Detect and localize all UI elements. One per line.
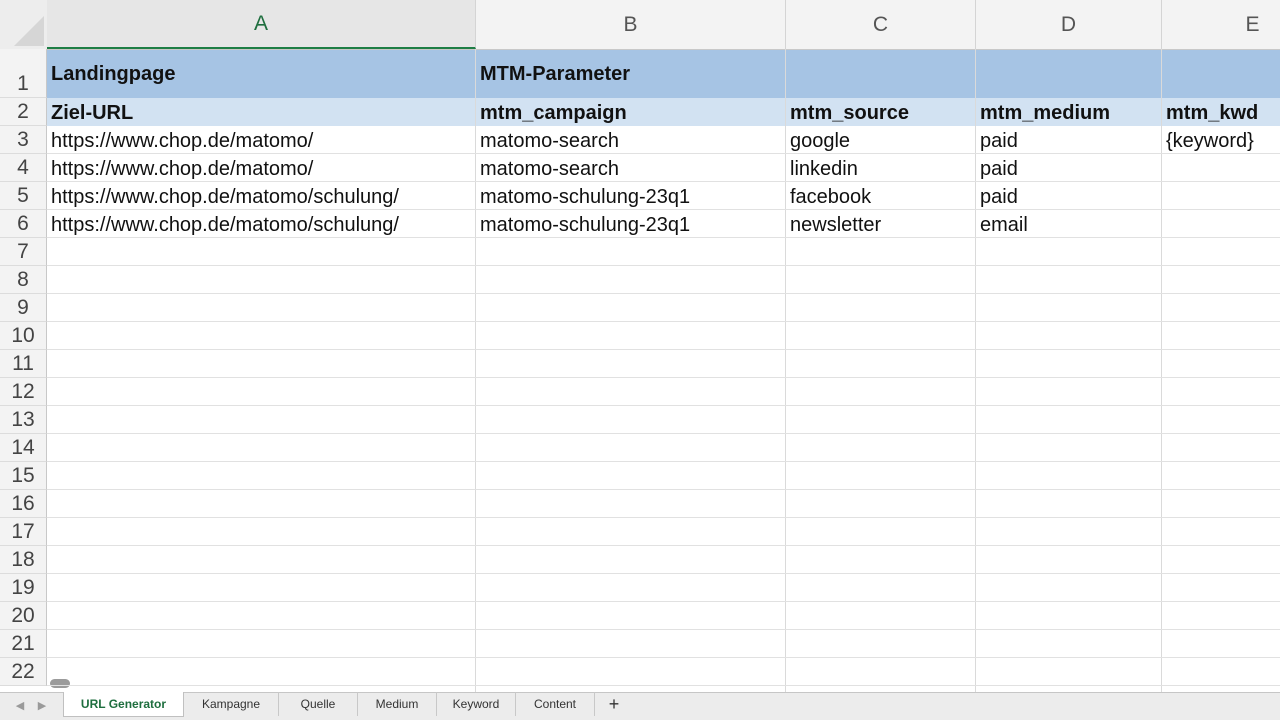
cell-e3[interactable]: {keyword} <box>1166 127 1254 155</box>
gridline <box>1161 49 1162 692</box>
chevron-left-icon[interactable]: ◀ <box>12 697 28 713</box>
tab-medium[interactable]: Medium <box>358 692 437 716</box>
column-header-e[interactable]: E <box>1162 0 1280 49</box>
column-header-b[interactable]: B <box>476 0 786 49</box>
spreadsheet: A B C D E Landingpage MTM-Parameter Ziel… <box>0 0 1280 720</box>
gridline <box>475 49 476 692</box>
row-header-18[interactable]: 18 <box>0 546 47 574</box>
gridline <box>47 321 1280 322</box>
gridline <box>47 489 1280 490</box>
gridline <box>785 49 786 692</box>
row-header-14[interactable]: 14 <box>0 434 47 462</box>
cell-d5[interactable]: paid <box>980 183 1018 211</box>
gridline <box>47 461 1280 462</box>
gridline <box>47 377 1280 378</box>
row-header-8[interactable]: 8 <box>0 266 47 294</box>
cell-d2[interactable]: mtm_medium <box>980 99 1110 127</box>
row-header-4[interactable]: 4 <box>0 154 47 182</box>
row-header-1[interactable]: 1 <box>0 49 47 98</box>
gridline <box>47 349 1280 350</box>
row-header-22[interactable]: 22 <box>0 658 47 686</box>
cell-e2[interactable]: mtm_kwd <box>1166 99 1258 127</box>
gridline <box>47 545 1280 546</box>
gridline <box>47 573 1280 574</box>
row-header-5[interactable]: 5 <box>0 182 47 210</box>
cell-b4[interactable]: matomo-search <box>480 155 619 183</box>
tab-url-generator[interactable]: URL Generator <box>63 692 184 717</box>
gridline <box>47 209 1280 210</box>
add-sheet-button[interactable]: + <box>595 692 633 716</box>
row-header-6[interactable]: 6 <box>0 210 47 238</box>
gridline <box>47 685 1280 686</box>
cell-a1[interactable]: Landingpage <box>51 60 175 88</box>
row-header-13[interactable]: 13 <box>0 406 47 434</box>
cell-c2[interactable]: mtm_source <box>790 99 909 127</box>
tab-quelle[interactable]: Quelle <box>279 692 358 716</box>
cell-a6[interactable]: https://www.chop.de/matomo/schulung/ <box>51 211 399 239</box>
cell-c6[interactable]: newsletter <box>790 211 881 239</box>
cell-d3[interactable]: paid <box>980 127 1018 155</box>
cell-a2[interactable]: Ziel-URL <box>51 99 133 127</box>
row-header-15[interactable]: 15 <box>0 462 47 490</box>
gridline <box>47 629 1280 630</box>
row-header-10[interactable]: 10 <box>0 322 47 350</box>
cell-a4[interactable]: https://www.chop.de/matomo/ <box>51 155 313 183</box>
tab-keyword[interactable]: Keyword <box>437 692 516 716</box>
gridline <box>47 293 1280 294</box>
gridline <box>47 237 1280 238</box>
row-header-16[interactable]: 16 <box>0 490 47 518</box>
cell-c5[interactable]: facebook <box>790 183 871 211</box>
gridline <box>47 517 1280 518</box>
row-header-12[interactable]: 12 <box>0 378 47 406</box>
row-header-17[interactable]: 17 <box>0 518 47 546</box>
gridline <box>47 657 1280 658</box>
cell-b3[interactable]: matomo-search <box>480 127 619 155</box>
gridline <box>47 265 1280 266</box>
column-header-c[interactable]: C <box>786 0 976 49</box>
cell-b1[interactable]: MTM-Parameter <box>480 60 630 88</box>
cell-d4[interactable]: paid <box>980 155 1018 183</box>
gridline <box>47 601 1280 602</box>
gridline <box>47 153 1280 154</box>
header-band-row-1 <box>47 50 1280 98</box>
tab-content[interactable]: Content <box>516 692 595 716</box>
row-header-9[interactable]: 9 <box>0 294 47 322</box>
row-header-19[interactable]: 19 <box>0 574 47 602</box>
select-all-corner[interactable] <box>0 0 48 49</box>
horizontal-scrollbar-thumb[interactable] <box>50 679 70 688</box>
tab-kampagne[interactable]: Kampagne <box>184 692 279 716</box>
row-header-3[interactable]: 3 <box>0 126 47 154</box>
cell-c4[interactable]: linkedin <box>790 155 858 183</box>
gridline <box>47 405 1280 406</box>
row-header-2[interactable]: 2 <box>0 98 47 126</box>
gridline <box>47 181 1280 182</box>
column-header-d[interactable]: D <box>976 0 1162 49</box>
cell-b2[interactable]: mtm_campaign <box>480 99 627 127</box>
cell-c3[interactable]: google <box>790 127 850 155</box>
cell-a3[interactable]: https://www.chop.de/matomo/ <box>51 127 313 155</box>
row-header-20[interactable]: 20 <box>0 602 47 630</box>
chevron-right-icon[interactable]: ▶ <box>34 697 50 713</box>
row-header-7[interactable]: 7 <box>0 238 47 266</box>
column-header-a[interactable]: A <box>47 0 476 49</box>
cell-a5[interactable]: https://www.chop.de/matomo/schulung/ <box>51 183 399 211</box>
gridline <box>975 49 976 692</box>
cell-b6[interactable]: matomo-schulung-23q1 <box>480 211 690 239</box>
cell-b5[interactable]: matomo-schulung-23q1 <box>480 183 690 211</box>
row-header-21[interactable]: 21 <box>0 630 47 658</box>
row-header-11[interactable]: 11 <box>0 350 47 378</box>
gridline <box>47 433 1280 434</box>
cell-d6[interactable]: email <box>980 211 1028 239</box>
